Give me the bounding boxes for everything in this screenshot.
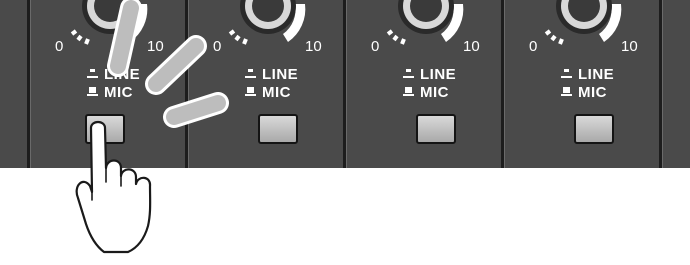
press-motion-lines-icon xyxy=(107,0,229,128)
press-illustration xyxy=(75,0,229,254)
pointing-hand-icon xyxy=(75,120,152,254)
